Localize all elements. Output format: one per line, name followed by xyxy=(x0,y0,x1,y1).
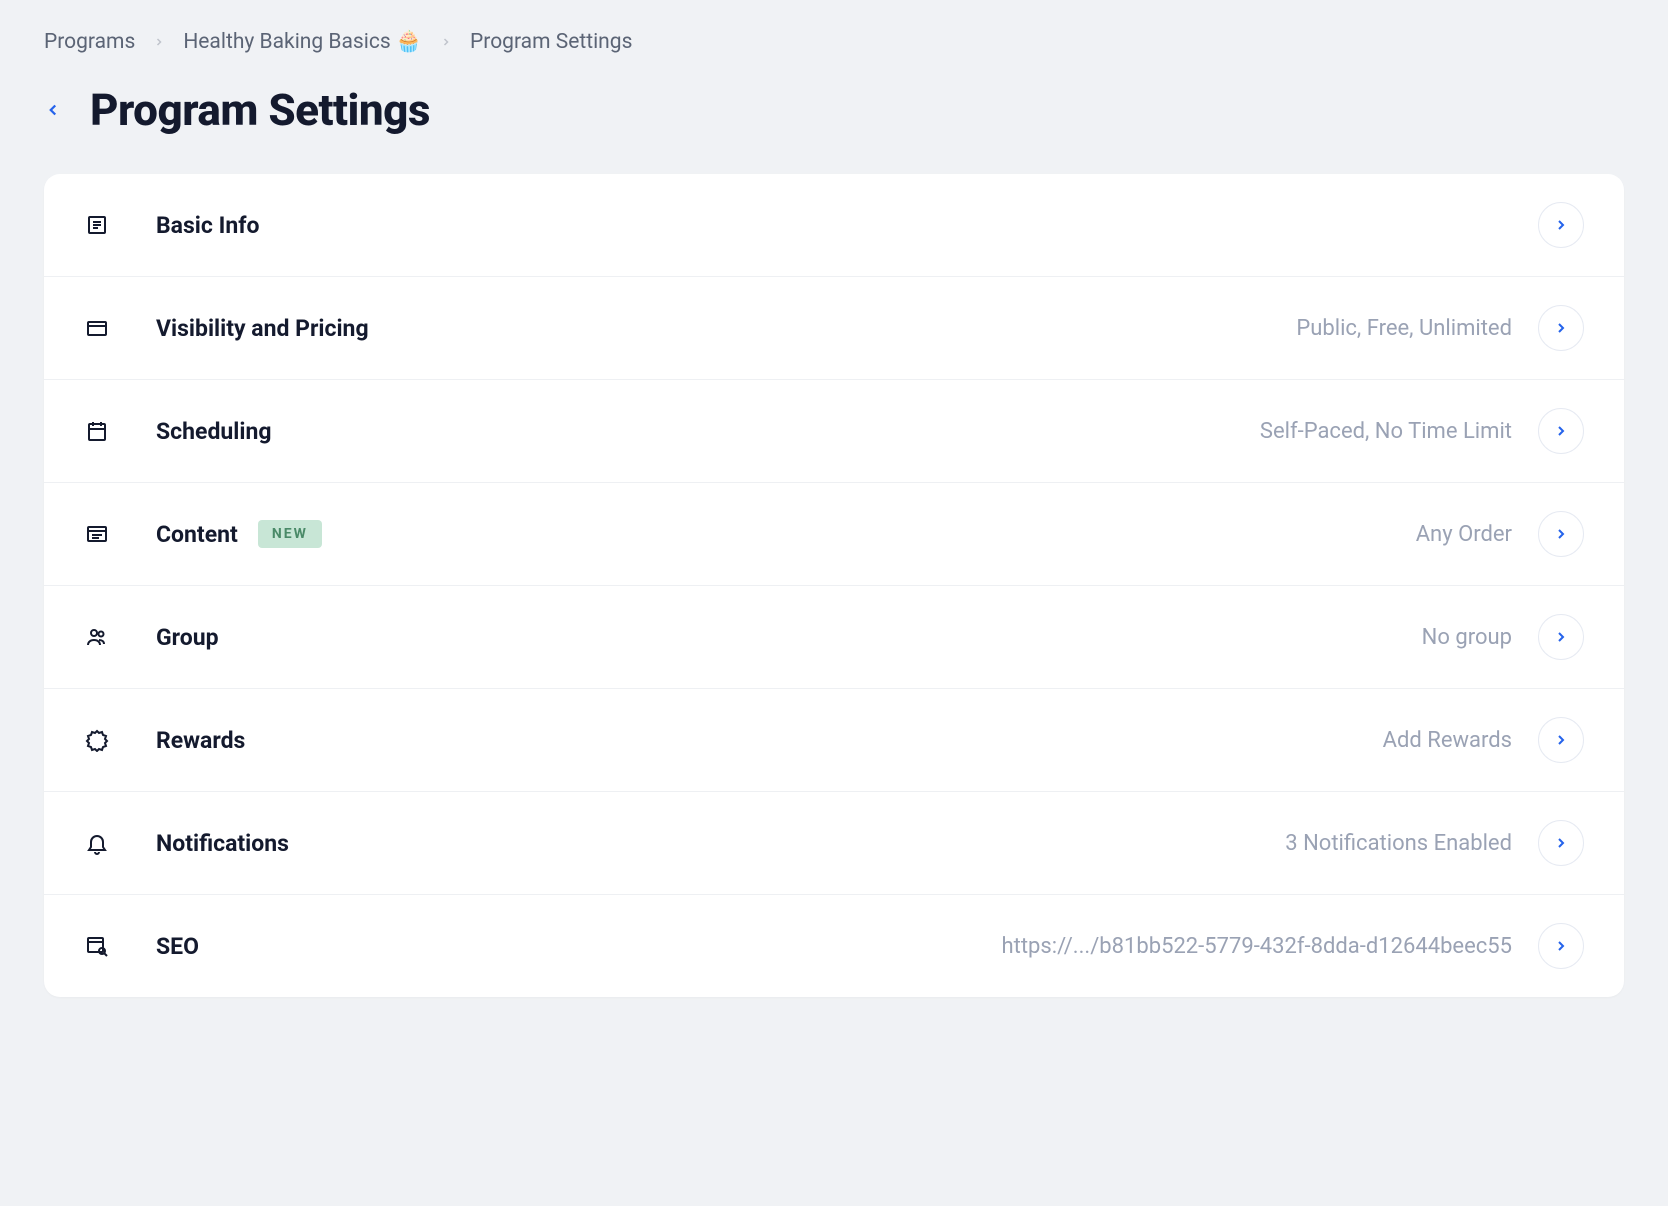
title-row: Program Settings xyxy=(44,84,1624,136)
row-basic-info[interactable]: Basic Info xyxy=(44,174,1624,277)
row-value: Add Rewards xyxy=(1383,728,1512,753)
chevron-right-icon xyxy=(1538,511,1584,557)
row-group[interactable]: Group No group xyxy=(44,586,1624,689)
row-visibility-pricing[interactable]: Visibility and Pricing Public, Free, Unl… xyxy=(44,277,1624,380)
breadcrumb-programs[interactable]: Programs xyxy=(44,30,135,54)
row-value: No group xyxy=(1422,625,1512,650)
chevron-right-icon xyxy=(1538,305,1584,351)
chevron-right-icon xyxy=(1538,408,1584,454)
row-value: Public, Free, Unlimited xyxy=(1296,316,1512,341)
search-browser-icon xyxy=(84,933,110,959)
chevron-right-icon xyxy=(1538,820,1584,866)
bell-icon xyxy=(84,830,110,856)
row-label: Basic Info xyxy=(156,212,259,239)
row-value: https://.../b81bb522-5779-432f-8dda-d126… xyxy=(1002,934,1512,959)
row-notifications[interactable]: Notifications 3 Notifications Enabled xyxy=(44,792,1624,895)
document-icon xyxy=(84,212,110,238)
settings-card: Basic Info Visibility and Pricing Public… xyxy=(44,174,1624,997)
row-value: 3 Notifications Enabled xyxy=(1285,831,1512,856)
row-seo[interactable]: SEO https://.../b81bb522-5779-432f-8dda-… xyxy=(44,895,1624,997)
page-title: Program Settings xyxy=(90,84,430,136)
row-content[interactable]: Content NEW Any Order xyxy=(44,483,1624,586)
chevron-right-icon xyxy=(1538,923,1584,969)
row-label: Content xyxy=(156,521,238,548)
content-icon xyxy=(84,521,110,547)
row-label: Notifications xyxy=(156,830,289,857)
new-badge: NEW xyxy=(258,520,322,548)
row-value: Any Order xyxy=(1416,522,1512,547)
card-icon xyxy=(84,315,110,341)
reward-icon xyxy=(84,727,110,753)
breadcrumb-current: Program Settings xyxy=(470,30,632,54)
chevron-right-icon xyxy=(1538,614,1584,660)
back-button[interactable] xyxy=(44,101,62,119)
group-icon xyxy=(84,624,110,650)
chevron-right-icon xyxy=(1538,717,1584,763)
row-value: Self-Paced, No Time Limit xyxy=(1260,419,1512,444)
row-rewards[interactable]: Rewards Add Rewards xyxy=(44,689,1624,792)
row-label: Rewards xyxy=(156,727,245,754)
row-label: Visibility and Pricing xyxy=(156,315,369,342)
row-label: Scheduling xyxy=(156,418,271,445)
chevron-right-icon xyxy=(1538,202,1584,248)
row-scheduling[interactable]: Scheduling Self-Paced, No Time Limit xyxy=(44,380,1624,483)
calendar-icon xyxy=(84,418,110,444)
row-label: Group xyxy=(156,624,219,651)
breadcrumb-program-name[interactable]: Healthy Baking Basics 🧁 xyxy=(183,30,422,54)
chevron-right-icon xyxy=(440,36,452,48)
breadcrumb: Programs Healthy Baking Basics 🧁 Program… xyxy=(44,30,1624,54)
chevron-right-icon xyxy=(153,36,165,48)
row-label: SEO xyxy=(156,933,199,960)
